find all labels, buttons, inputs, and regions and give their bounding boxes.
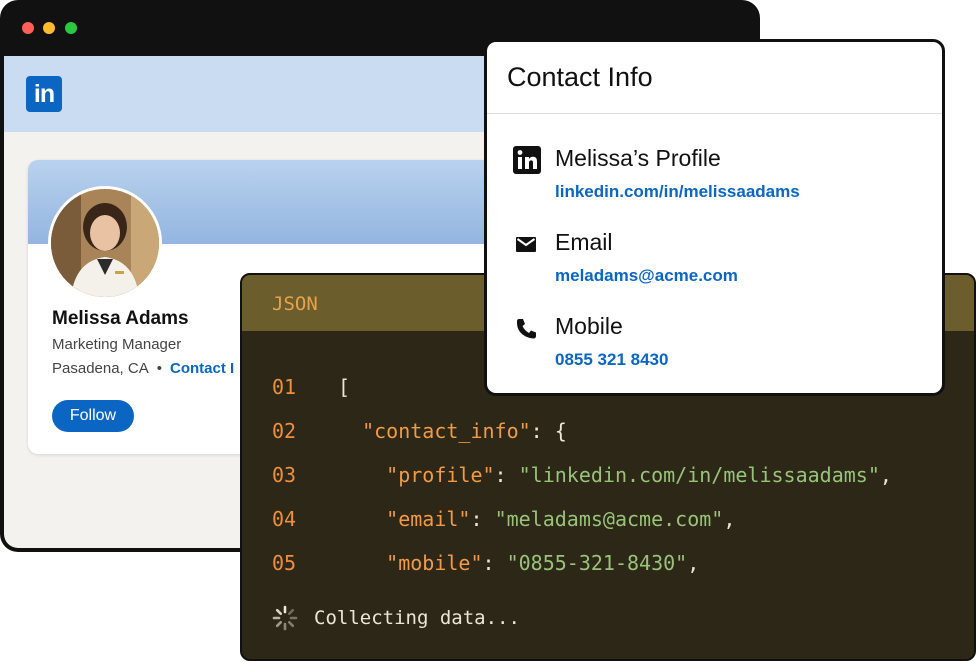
line-number: 02	[272, 419, 297, 443]
json-panel-label: JSON	[272, 293, 318, 315]
code-line: 02 "contact_info": {	[272, 419, 567, 443]
profile-headline: Marketing Manager	[52, 336, 182, 353]
code-key: "email"	[386, 507, 471, 531]
code-punctuation: ,	[723, 507, 736, 531]
code-line: 01 [	[272, 375, 350, 399]
code-punctuation: ,	[687, 551, 700, 575]
status-text: Collecting data...	[314, 607, 520, 629]
contact-item-label: Melissa’s Profile	[555, 145, 721, 171]
code-string: "0855-321-8430"	[506, 551, 688, 575]
phone-icon	[513, 315, 541, 343]
line-number: 01	[272, 375, 297, 399]
contact-item-label: Mobile	[555, 313, 623, 339]
line-number: 05	[272, 551, 297, 575]
contact-info-popup: Contact Info Melissa’s Profile linkedin.…	[484, 39, 945, 396]
maximize-window-button[interactable]	[65, 22, 77, 34]
loading-spinner-icon	[272, 605, 298, 631]
profile-location: Pasadena, CA	[52, 360, 149, 377]
code-key: "profile"	[386, 463, 495, 487]
separator-dot: •	[156, 360, 162, 377]
contact-item-link[interactable]: linkedin.com/in/melissaadams	[555, 182, 800, 202]
divider	[487, 113, 942, 114]
code-punctuation: [	[338, 375, 351, 399]
code-line: 03 "profile": "linkedin.com/in/melissaad…	[272, 463, 892, 487]
linkedin-icon	[513, 146, 541, 174]
close-window-button[interactable]	[22, 22, 34, 34]
code-string: "linkedin.com/in/melissaadams"	[518, 463, 880, 487]
avatar[interactable]	[48, 186, 162, 300]
follow-button[interactable]: Follow	[52, 400, 134, 432]
contact-info-link[interactable]: Contact I	[170, 360, 234, 377]
code-line: 04 "email": "meladams@acme.com",	[272, 507, 736, 531]
code-key: "mobile"	[386, 551, 483, 575]
linkedin-logo-icon[interactable]: in	[26, 76, 62, 112]
code-line: 05 "mobile": "0855-321-8430",	[272, 551, 700, 575]
line-number: 03	[272, 463, 297, 487]
code-punctuation: ,	[879, 463, 892, 487]
minimize-window-button[interactable]	[43, 22, 55, 34]
contact-item-label: Email	[555, 229, 613, 255]
contact-item-link[interactable]: 0855 321 8430	[555, 350, 668, 370]
code-punctuation: : {	[530, 419, 567, 443]
code-string: "meladams@acme.com"	[494, 507, 724, 531]
line-number: 04	[272, 507, 297, 531]
mail-icon	[513, 231, 541, 259]
profile-location-row: Pasadena, CA • Contact I	[52, 360, 234, 377]
popup-title: Contact Info	[507, 62, 653, 92]
contact-item-link[interactable]: meladams@acme.com	[555, 266, 738, 286]
code-key: "contact_info"	[362, 419, 531, 443]
profile-name: Melissa Adams	[52, 308, 189, 329]
